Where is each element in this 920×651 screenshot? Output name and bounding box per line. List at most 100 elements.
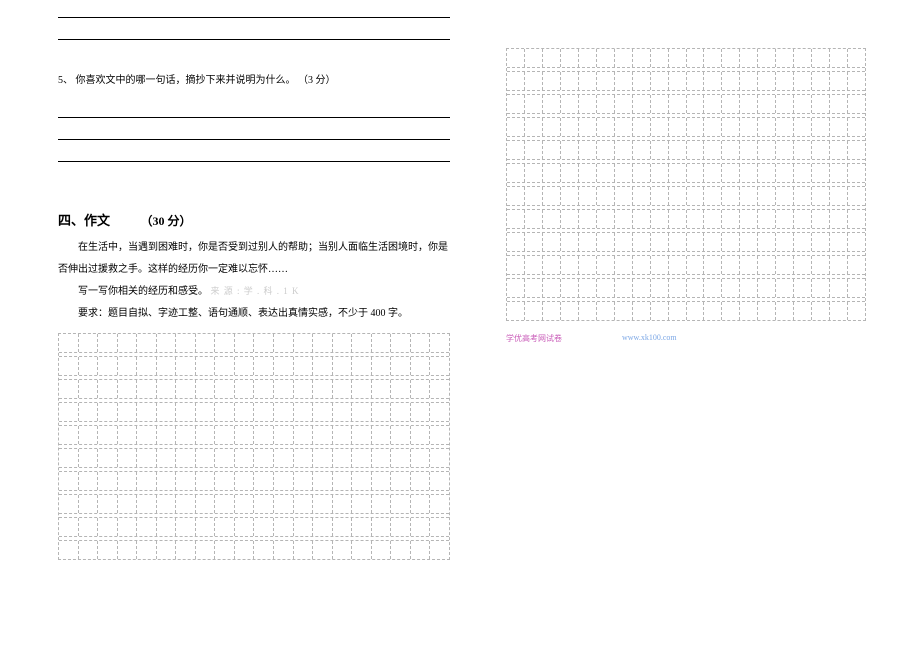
grid-cell[interactable]: [59, 518, 79, 536]
grid-cell[interactable]: [615, 210, 633, 228]
grid-cell[interactable]: [669, 256, 687, 274]
grid-cell[interactable]: [579, 233, 597, 251]
grid-cell[interactable]: [669, 210, 687, 228]
grid-cell[interactable]: [812, 118, 830, 136]
grid-cell[interactable]: [118, 495, 138, 513]
grid-cell[interactable]: [274, 449, 294, 467]
grid-cell[interactable]: [235, 541, 255, 559]
grid-cell[interactable]: [758, 118, 776, 136]
grid-cell[interactable]: [411, 426, 431, 444]
grid-cell[interactable]: [79, 495, 99, 513]
grid-cell[interactable]: [830, 256, 848, 274]
grid-cell[interactable]: [704, 279, 722, 297]
grid-cell[interactable]: [579, 164, 597, 182]
grid-cell[interactable]: [525, 164, 543, 182]
grid-cell[interactable]: [830, 164, 848, 182]
grid-cell[interactable]: [615, 164, 633, 182]
grid-cell[interactable]: [615, 302, 633, 320]
grid-cell[interactable]: [812, 164, 830, 182]
grid-cell[interactable]: [740, 72, 758, 90]
grid-cell[interactable]: [196, 403, 216, 421]
grid-cell[interactable]: [176, 541, 196, 559]
grid-cell[interactable]: [758, 279, 776, 297]
grid-cell[interactable]: [313, 541, 333, 559]
grid-cell[interactable]: [196, 449, 216, 467]
grid-cell[interactable]: [579, 256, 597, 274]
grid-cell[interactable]: [372, 426, 392, 444]
grid-cell[interactable]: [615, 72, 633, 90]
grid-cell[interactable]: [848, 302, 865, 320]
grid-cell[interactable]: [597, 95, 615, 113]
grid-cell[interactable]: [848, 164, 865, 182]
grid-cell[interactable]: [794, 164, 812, 182]
grid-cell[interactable]: [776, 256, 794, 274]
grid-cell[interactable]: [372, 403, 392, 421]
answer-line[interactable]: [58, 122, 450, 140]
grid-cell[interactable]: [651, 95, 669, 113]
grid-cell[interactable]: [430, 495, 449, 513]
grid-cell[interactable]: [333, 495, 353, 513]
grid-cell[interactable]: [372, 541, 392, 559]
grid-cell[interactable]: [333, 518, 353, 536]
grid-cell[interactable]: [651, 118, 669, 136]
grid-cell[interactable]: [525, 141, 543, 159]
grid-cell[interactable]: [79, 541, 99, 559]
grid-cell[interactable]: [597, 302, 615, 320]
grid-cell[interactable]: [430, 518, 449, 536]
grid-cell[interactable]: [561, 49, 579, 67]
grid-cell[interactable]: [794, 95, 812, 113]
grid-cell[interactable]: [740, 279, 758, 297]
grid-cell[interactable]: [633, 164, 651, 182]
grid-cell[interactable]: [704, 164, 722, 182]
grid-cell[interactable]: [352, 357, 372, 375]
grid-cell[interactable]: [687, 141, 705, 159]
grid-cell[interactable]: [235, 426, 255, 444]
grid-cell[interactable]: [597, 164, 615, 182]
grid-cell[interactable]: [98, 380, 118, 398]
grid-cell[interactable]: [391, 403, 411, 421]
grid-cell[interactable]: [118, 403, 138, 421]
grid-cell[interactable]: [254, 334, 274, 352]
grid-cell[interactable]: [274, 334, 294, 352]
grid-cell[interactable]: [812, 233, 830, 251]
grid-cell[interactable]: [137, 518, 157, 536]
grid-cell[interactable]: [59, 472, 79, 490]
grid-cell[interactable]: [687, 49, 705, 67]
grid-cell[interactable]: [215, 426, 235, 444]
grid-cell[interactable]: [794, 256, 812, 274]
grid-cell[interactable]: [525, 302, 543, 320]
grid-cell[interactable]: [776, 72, 794, 90]
grid-cell[interactable]: [543, 72, 561, 90]
grid-cell[interactable]: [254, 541, 274, 559]
grid-cell[interactable]: [812, 95, 830, 113]
grid-cell[interactable]: [615, 256, 633, 274]
grid-cell[interactable]: [830, 118, 848, 136]
grid-cell[interactable]: [118, 380, 138, 398]
grid-cell[interactable]: [812, 141, 830, 159]
grid-cell[interactable]: [543, 233, 561, 251]
grid-cell[interactable]: [196, 518, 216, 536]
grid-cell[interactable]: [615, 279, 633, 297]
grid-cell[interactable]: [79, 357, 99, 375]
grid-cell[interactable]: [776, 302, 794, 320]
grid-cell[interactable]: [294, 449, 314, 467]
grid-cell[interactable]: [137, 380, 157, 398]
grid-cell[interactable]: [579, 72, 597, 90]
grid-cell[interactable]: [651, 141, 669, 159]
grid-cell[interactable]: [579, 141, 597, 159]
grid-cell[interactable]: [176, 380, 196, 398]
grid-cell[interactable]: [157, 541, 177, 559]
grid-cell[interactable]: [137, 472, 157, 490]
grid-cell[interactable]: [704, 302, 722, 320]
grid-cell[interactable]: [196, 472, 216, 490]
grid-cell[interactable]: [235, 380, 255, 398]
grid-cell[interactable]: [215, 357, 235, 375]
grid-cell[interactable]: [543, 49, 561, 67]
grid-cell[interactable]: [254, 472, 274, 490]
grid-cell[interactable]: [59, 334, 79, 352]
answer-line[interactable]: [58, 22, 450, 40]
grid-cell[interactable]: [597, 233, 615, 251]
grid-cell[interactable]: [704, 49, 722, 67]
grid-cell[interactable]: [776, 49, 794, 67]
grid-cell[interactable]: [79, 380, 99, 398]
